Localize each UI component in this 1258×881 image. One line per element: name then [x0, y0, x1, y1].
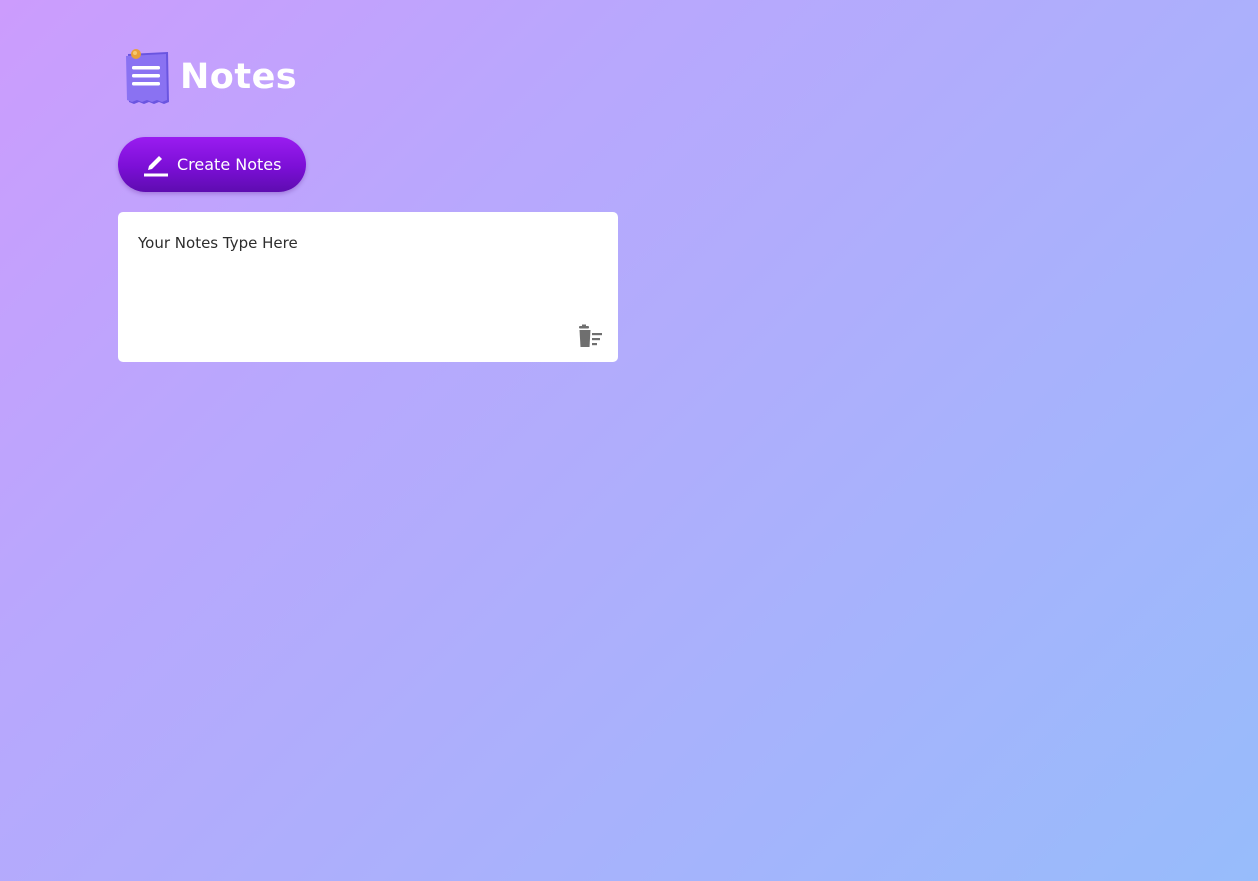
note-text[interactable]: Your Notes Type Here	[138, 234, 298, 252]
create-notes-button[interactable]: Create Notes	[118, 137, 306, 192]
note-card: Your Notes Type Here	[118, 212, 618, 362]
app-title: Notes	[180, 57, 298, 97]
app-header: Notes	[122, 46, 297, 108]
pencil-icon	[142, 152, 168, 178]
trash-icon[interactable]	[576, 324, 606, 350]
create-notes-label: Create Notes	[177, 155, 282, 174]
notepad-icon	[122, 46, 174, 108]
